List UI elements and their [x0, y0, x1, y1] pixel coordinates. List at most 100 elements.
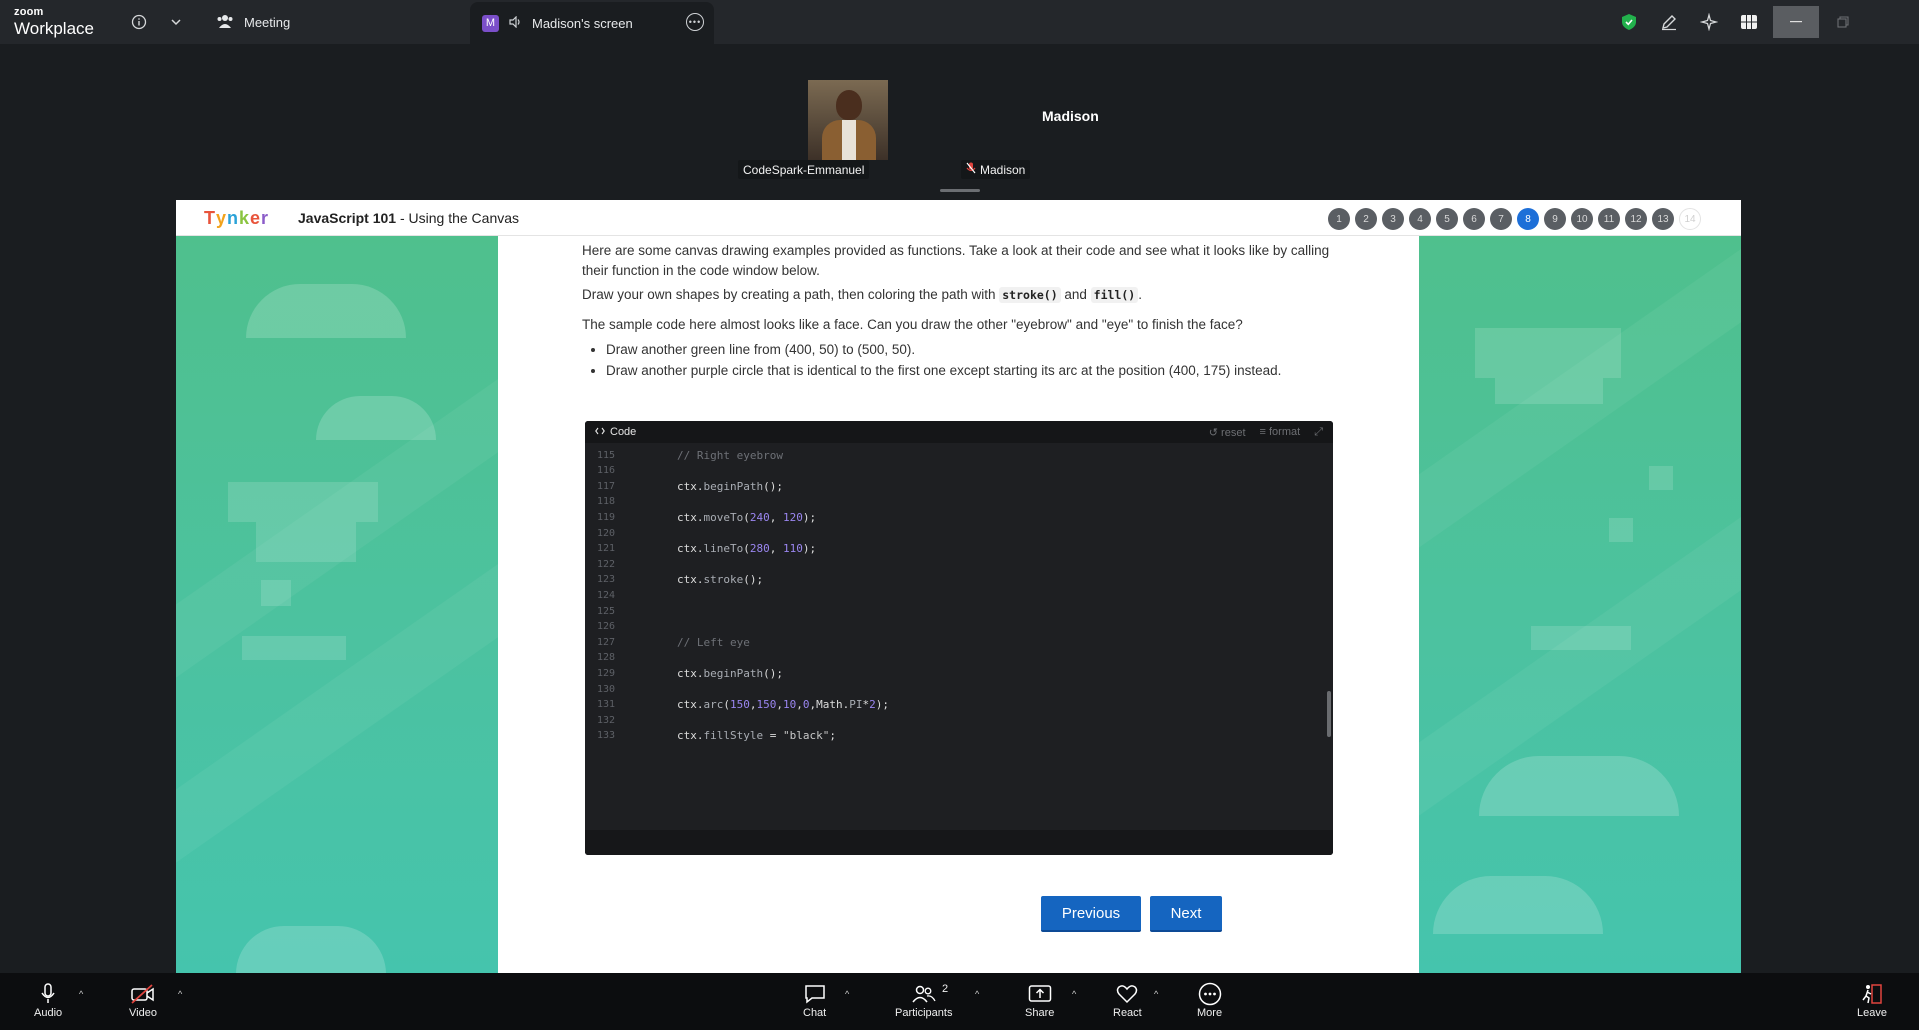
code-line[interactable]: ctx.arc(150,150,10,0,Math.PI*2);: [677, 698, 889, 711]
strip-drag-handle[interactable]: [940, 189, 980, 192]
title-bar-tools: [1609, 0, 1919, 44]
step-14[interactable]: 14: [1679, 208, 1701, 230]
code-line[interactable]: ctx.lineTo(280, 110);: [677, 542, 816, 555]
editor-footer: [585, 830, 1333, 855]
code-line[interactable]: // Right eyebrow: [677, 449, 783, 462]
editor-tools: ↺ reset ≡ format ⤢: [1209, 426, 1323, 439]
format-label: format: [1269, 425, 1301, 438]
code-line[interactable]: // Left eye: [677, 636, 750, 649]
format-button[interactable]: ≡ format: [1260, 426, 1301, 439]
reset-button[interactable]: ↺ reset: [1209, 426, 1246, 439]
lesson-content: Here are some canvas drawing examples pr…: [498, 236, 1419, 973]
para2-text-c: .: [1138, 287, 1142, 302]
expand-icon[interactable]: ⤢: [1314, 426, 1323, 439]
code-stroke: stroke(): [999, 287, 1061, 303]
maximize-window-button[interactable]: [1823, 0, 1863, 44]
code-editor[interactable]: Code ↺ reset ≡ format ⤢ 114 115: [585, 421, 1333, 855]
editor-scrollbar[interactable]: [1327, 691, 1331, 737]
lesson-paragraph-1: Here are some canvas drawing examples pr…: [582, 243, 1330, 278]
step-5[interactable]: 5: [1436, 208, 1458, 230]
code-area[interactable]: 114 115 // Right eyebrow 116 117 ctx.beginPat…: [585, 443, 1333, 830]
participant-video-emmanuel[interactable]: [808, 80, 888, 160]
meeting-controls: Audio ^ Video ^ Chat ^ Participants 2 ^: [0, 973, 1919, 1030]
leave-button[interactable]: Leave: [1857, 981, 1887, 1019]
code-line[interactable]: ctx.stroke();: [677, 573, 763, 586]
info-icon[interactable]: [127, 10, 151, 34]
tynker-logo: Tynker: [204, 208, 270, 228]
reset-icon: ↺: [1208, 426, 1218, 439]
speaker-icon: [509, 15, 522, 31]
apps-grid-icon[interactable]: [1729, 0, 1769, 44]
space-invader-block: [1495, 378, 1603, 404]
meeting-button[interactable]: Meeting: [216, 10, 290, 34]
code-line[interactable]: ctx.moveTo(240, 120);: [677, 511, 816, 524]
pixel-block: [1531, 626, 1631, 650]
step-11[interactable]: 11: [1598, 208, 1620, 230]
line-number: 130: [596, 683, 615, 695]
step-12[interactable]: 12: [1625, 208, 1647, 230]
annotate-pen-icon[interactable]: [1649, 0, 1689, 44]
chat-button[interactable]: Chat: [803, 981, 826, 1019]
next-button[interactable]: Next: [1150, 896, 1222, 932]
audio-button[interactable]: Audio: [34, 981, 62, 1019]
react-button[interactable]: React: [1113, 981, 1142, 1019]
pixel-block: [256, 522, 356, 562]
video-off-icon: [130, 981, 156, 1007]
step-7[interactable]: 7: [1490, 208, 1512, 230]
line-number: 128: [596, 652, 615, 664]
chat-options-caret-icon[interactable]: ^: [845, 989, 849, 999]
para2-text-b: and: [1060, 287, 1091, 302]
step-2[interactable]: 2: [1355, 208, 1377, 230]
pixel-block: [1649, 466, 1673, 490]
right-decorative-panel: [1419, 236, 1741, 973]
line-number: 124: [596, 590, 615, 601]
audio-options-caret-icon[interactable]: ^: [79, 989, 83, 999]
chevron-down-icon[interactable]: [164, 10, 188, 34]
code-line[interactable]: ctx.beginPath();: [677, 667, 783, 680]
brand-large: Workplace: [14, 19, 94, 38]
code-line[interactable]: ctx.fillStyle = "black";: [677, 729, 836, 742]
left-decorative-panel: [176, 236, 498, 973]
para2-text-a: Draw your own shapes by creating a path,…: [582, 287, 1000, 302]
more-button[interactable]: More: [1197, 981, 1222, 1019]
video-options-caret-icon[interactable]: ^: [178, 989, 182, 999]
people-icon: [216, 13, 234, 32]
minimize-window-button[interactable]: [1773, 6, 1819, 38]
previous-button[interactable]: Previous: [1041, 896, 1141, 932]
cloud-shape: [1479, 756, 1679, 816]
heart-icon: [1116, 981, 1138, 1007]
line-number: 125: [596, 605, 615, 617]
step-6[interactable]: 6: [1463, 208, 1485, 230]
step-4[interactable]: 4: [1409, 208, 1431, 230]
step-8[interactable]: 8: [1517, 208, 1539, 230]
person-head: [836, 90, 862, 120]
more-options-icon[interactable]: •••: [686, 13, 704, 31]
participants-icon: [912, 981, 936, 1007]
madison-tag-label: Madison: [980, 162, 1026, 177]
share-options-caret-icon[interactable]: ^: [1072, 989, 1076, 999]
video-label: Video: [129, 1007, 157, 1019]
step-3[interactable]: 3: [1382, 208, 1404, 230]
instruction-item: Draw another purple circle that is ident…: [606, 361, 1326, 381]
tab-madisons-screen[interactable]: M Madison's screen •••: [470, 2, 714, 44]
step-10[interactable]: 10: [1571, 208, 1593, 230]
share-button[interactable]: Share: [1025, 981, 1054, 1019]
tynker-header: Tynker JavaScript 101 - Using the Canvas…: [176, 200, 1741, 236]
step-9[interactable]: 9: [1544, 208, 1566, 230]
space-invader-block: [1475, 328, 1621, 378]
shared-screen: Tynker JavaScript 101 - Using the Canvas…: [176, 200, 1741, 973]
more-label: More: [1197, 1007, 1223, 1019]
code-line[interactable]: ctx.beginPath();: [677, 480, 783, 493]
step-13[interactable]: 13: [1652, 208, 1674, 230]
editor-header: Code ↺ reset ≡ format ⤢: [585, 421, 1333, 443]
leave-label: Leave: [1857, 1007, 1887, 1019]
video-button[interactable]: Video: [129, 981, 157, 1019]
participants-options-caret-icon[interactable]: ^: [975, 989, 979, 999]
ai-companion-sparkle-icon[interactable]: [1689, 0, 1729, 44]
step-1[interactable]: 1: [1328, 208, 1350, 230]
line-number: 123: [596, 574, 615, 586]
security-shield-icon[interactable]: [1609, 0, 1649, 44]
share-label: Share: [1025, 1007, 1055, 1019]
react-options-caret-icon[interactable]: ^: [1154, 989, 1158, 999]
code-fill: fill(): [1090, 287, 1139, 303]
